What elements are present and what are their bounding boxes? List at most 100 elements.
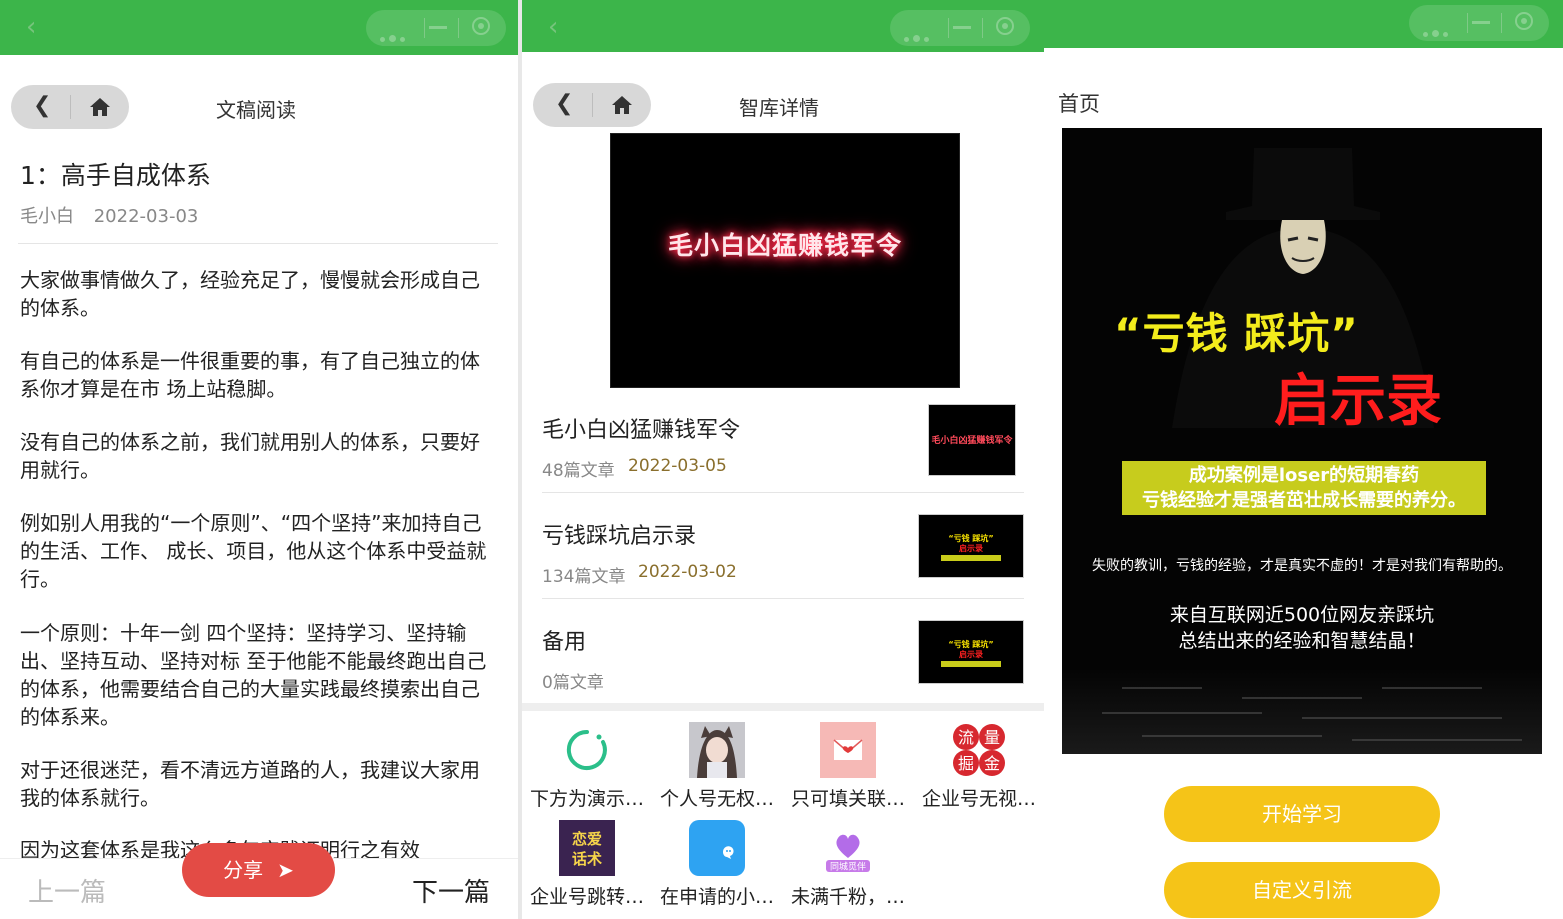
more-icon[interactable] [380, 27, 409, 46]
nav-pill: ❮ [533, 83, 651, 127]
more-icon[interactable] [1423, 22, 1452, 41]
item-count: 48篇文章 [542, 461, 615, 481]
article-paragraph: 大家做事情做久了，经验充足了，慢慢就会形成自己的体系。 [20, 268, 480, 320]
poster-band: 成功案例是loser的短期春药 亏钱经验才是强者茁壮成长需要的养分。 [1122, 461, 1486, 515]
list-item[interactable]: 亏钱踩坑启示录 134篇文章 2022-03-02 “亏钱 踩坑” 启示录 [542, 510, 1024, 616]
article-title: 1：高手自成体系 [20, 161, 211, 190]
hooded-figure-illustration [1062, 128, 1542, 754]
share-arrow-icon: ➤ [277, 858, 294, 882]
app-label: 未满千粉，… [790, 886, 905, 908]
mini-app-item[interactable]: 流 量 掘 金 企业号无视… [914, 722, 1044, 812]
chat-bubble-icon [689, 820, 745, 876]
item-name: 备用 [542, 630, 587, 655]
article-meta: 毛小白 2022-03-03 [20, 202, 212, 228]
mini-app-item[interactable]: 个人号无权… [652, 722, 782, 812]
icon-text: 同城觅伴 [830, 861, 866, 873]
app-label: 下方为演示… [529, 788, 644, 810]
library-cover-image: 毛小白凶猛赚钱军令 [610, 133, 960, 388]
banner-poster[interactable]: “亏钱 踩坑” 启示录 成功案例是loser的短期春药 亏钱经验才是强者茁壮成长… [1062, 128, 1542, 754]
menu-capsule[interactable] [366, 10, 506, 46]
close-target-icon[interactable] [1515, 12, 1533, 30]
back-icon[interactable]: ‹ [548, 14, 558, 40]
icon-text: 金 [984, 754, 1000, 773]
share-button[interactable]: 分享 ➤ [182, 843, 335, 897]
article-paragraph: 例如别人用我的“一个原则”、“四个坚持”来加持自己的生活、工作、 成长、项目，他… [20, 511, 487, 591]
minimize-icon[interactable] [953, 26, 971, 29]
article-author: 毛小白 [20, 206, 74, 227]
poster-line: 总结出来的经验和智慧结晶！ [1178, 630, 1426, 652]
icon-text: 掘 [958, 754, 974, 773]
item-count: 0篇文章 [542, 673, 604, 693]
item-thumbnail: 毛小白凶猛赚钱军令 [928, 404, 1016, 476]
thumb-text: 启示录 [959, 650, 983, 659]
top-bar [1044, 0, 1563, 48]
mini-app-item[interactable]: 恋爱 话术 企业号跳转… [522, 820, 652, 910]
poster-headline: 启示录 [1274, 369, 1442, 434]
back-icon[interactable]: ‹ [26, 14, 36, 40]
love-talk-icon: 恋爱 话术 [559, 820, 615, 876]
mini-app-item[interactable]: 同城觅伴 未满千粉，… [783, 820, 913, 910]
divider [18, 243, 498, 244]
icon-text: 恋爱 [572, 830, 602, 848]
loading-circle-icon [566, 729, 607, 770]
poster-quote: “亏钱 踩坑” [1114, 309, 1359, 358]
item-name: 亏钱踩坑启示录 [542, 524, 697, 549]
minimize-icon[interactable] [1472, 21, 1490, 24]
mini-app-item[interactable]: 只可填关联… [783, 722, 913, 812]
item-date: 2022-03-02 [638, 562, 737, 582]
love-letter-icon [820, 722, 876, 778]
thumb-text: 毛小白凶猛赚钱军令 [931, 436, 1013, 446]
article-date: 2022-03-03 [93, 206, 199, 227]
mini-app-item[interactable]: 下方为演示… [522, 722, 652, 812]
page-title: 首页 [1058, 92, 1100, 116]
start-learning-button[interactable]: 开始学习 [1164, 786, 1440, 842]
app-label: 企业号跳转… [529, 886, 644, 908]
band-line: 成功案例是loser的短期春药 [1188, 465, 1420, 486]
icon-text: 流 [958, 728, 974, 747]
page-title: 智库详情 [739, 96, 819, 120]
article-paragraph: 没有自己的体系之前，我们就用别人的体系，只要好用就行。 [20, 430, 480, 482]
home-icon[interactable] [611, 95, 633, 115]
app-label: 只可填关联… [790, 788, 905, 810]
top-bar: ‹ [0, 0, 518, 55]
next-article-button[interactable]: 下一篇 [412, 872, 490, 909]
page-title: 文稿阅读 [216, 98, 296, 122]
item-thumbnail: “亏钱 踩坑” 启示录 [918, 620, 1024, 684]
home-icon[interactable] [89, 97, 111, 117]
anime-girl-avatar-icon [689, 722, 745, 778]
more-icon[interactable] [904, 27, 933, 46]
band-line: 亏钱经验才是强者茁壮成长需要的养分。 [1142, 490, 1466, 511]
menu-capsule[interactable] [890, 10, 1030, 46]
article-paragraph: 一个原则：十年一剑 四个坚持：坚持学习、坚持输出、坚持互动、坚持对标 至于他能不… [20, 621, 487, 729]
home-panel: 首页 “亏钱 踩坑” 启示录 成功案例是loser的短期春药 亏钱经验才是强者茁… [1044, 0, 1563, 919]
section-divider [522, 703, 1044, 711]
poster-small-text: 失败的教训，亏钱的经验，才是真实不虚的！才是对我们有帮助的。 [1092, 558, 1512, 574]
traffic-gold-icon: 流 量 掘 金 [951, 722, 1007, 778]
item-thumbnail: “亏钱 踩坑” 启示录 [918, 514, 1024, 578]
app-label: 企业号无视… [921, 788, 1036, 810]
article-reader-panel: ‹ ❮ 文稿阅读 1：高手自成体系 毛小白 2022-03-03 大家做事情做久… [0, 0, 518, 919]
back-button[interactable]: ❮ [33, 93, 51, 118]
mini-app-item[interactable]: 在申请的小… [652, 820, 782, 910]
prev-article-button[interactable]: 上一篇 [28, 872, 106, 909]
menu-capsule[interactable] [1409, 5, 1549, 41]
icon-text: 量 [984, 728, 1000, 747]
library-detail-panel: ‹ ❮ 智库详情 毛小白凶猛赚钱军令 毛小白凶猛赚钱军令 48篇文章 2022-… [522, 0, 1044, 919]
close-target-icon[interactable] [996, 17, 1014, 35]
share-label: 分享 [223, 858, 264, 882]
back-button[interactable]: ❮ [555, 91, 573, 116]
custom-traffic-button[interactable]: 自定义引流 [1164, 862, 1440, 918]
article-paragraph: 有自己的体系是一件很重要的事，有了自己独立的体系你才算是在市 场上站稳脚。 [20, 349, 480, 401]
divider [542, 492, 1024, 493]
app-label: 在申请的小… [659, 886, 774, 908]
thumb-text: 启示录 [959, 544, 983, 553]
divider [542, 598, 1024, 599]
icon-text: 话术 [572, 850, 602, 868]
article-paragraph: 对于还很迷茫，看不清远方道路的人，我建议大家用我的体系就行。 [20, 758, 480, 810]
app-label: 个人号无权… [659, 788, 774, 810]
heart-badge-icon: 同城觅伴 [820, 820, 876, 876]
minimize-icon[interactable] [429, 26, 447, 29]
list-item[interactable]: 毛小白凶猛赚钱军令 48篇文章 2022-03-05 毛小白凶猛赚钱军令 [542, 404, 1024, 510]
poster-line: 来自互联网近500位网友亲踩坑 [1169, 604, 1435, 626]
close-target-icon[interactable] [472, 17, 490, 35]
